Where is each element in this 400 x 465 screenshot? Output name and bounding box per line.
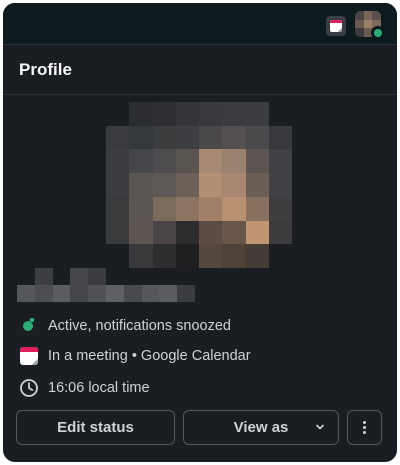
panel-header: Profile	[3, 45, 397, 95]
presence-active-icon	[371, 26, 385, 40]
calendar-icon	[19, 346, 39, 366]
display-name	[17, 268, 195, 302]
status-row: Active, notifications snoozed	[19, 315, 231, 337]
profile-panel: Profile Active, notifications snoozed In…	[3, 3, 397, 462]
status-text: Active, notifications snoozed	[48, 318, 231, 334]
view-as-label: View as	[233, 419, 289, 436]
edit-status-label: Edit status	[57, 419, 134, 436]
local-time-row: 16:06 local time	[19, 377, 150, 399]
local-time-text: 16:06 local time	[48, 380, 150, 396]
calendar-icon[interactable]	[326, 16, 346, 36]
meeting-row: In a meeting • Google Calendar	[19, 345, 251, 367]
page-title: Profile	[19, 60, 72, 79]
top-bar	[3, 3, 397, 45]
more-options-button[interactable]	[347, 410, 382, 445]
view-as-button[interactable]: View as	[183, 410, 339, 445]
meeting-text: In a meeting • Google Calendar	[48, 348, 251, 364]
chevron-down-icon	[316, 424, 324, 430]
profile-photo[interactable]	[106, 102, 292, 268]
presence-active-icon	[19, 316, 39, 336]
kebab-icon	[363, 419, 366, 436]
clock-icon	[19, 378, 39, 398]
edit-status-button[interactable]: Edit status	[16, 410, 175, 445]
